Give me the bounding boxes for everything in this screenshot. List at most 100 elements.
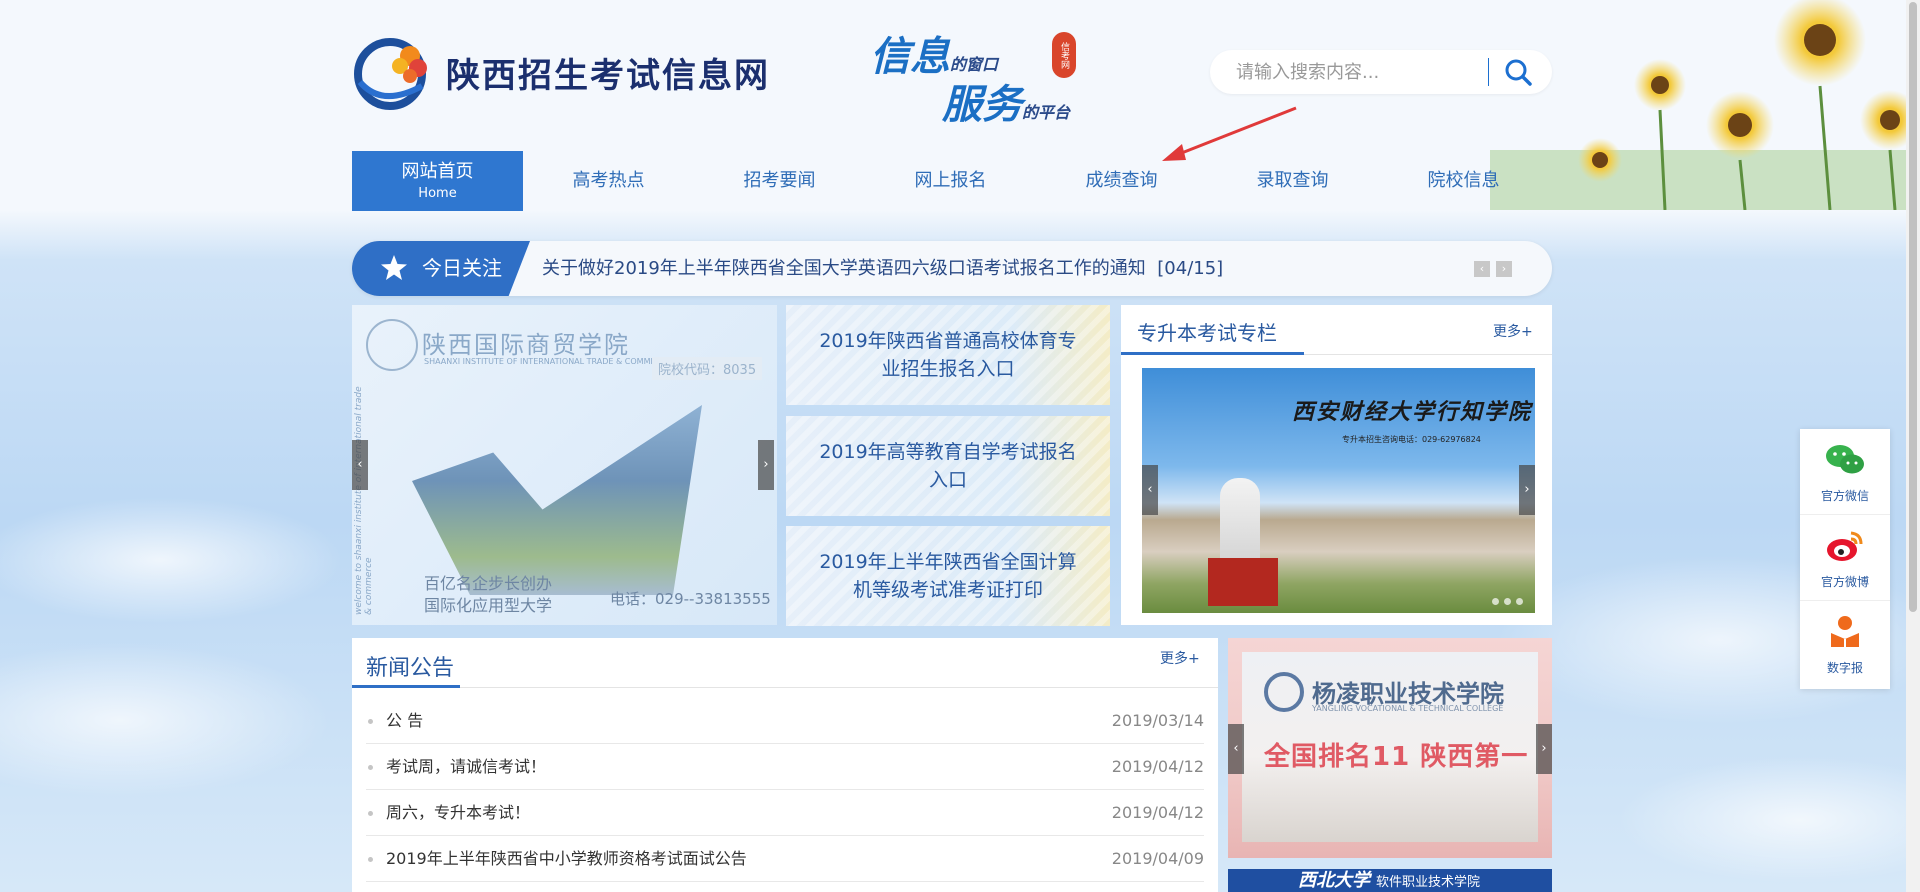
- ad-slogan: 全国排名11 陕西第一: [1264, 742, 1529, 772]
- campus-caption: 西安财经大学行知学院: [1292, 399, 1533, 425]
- search-icon[interactable]: [1500, 56, 1536, 88]
- zsb-panel: 专升本考试专栏 更多+ 西安财经大学行知学院 专升本招生咨询电话：029-629…: [1121, 305, 1552, 625]
- zsb-title-underline: [1121, 352, 1304, 355]
- card-self-exam-registration[interactable]: 2019年高等教育自学考试报名入口: [786, 416, 1110, 516]
- notice-date: [04/15]: [1157, 258, 1224, 279]
- nav-item-admission-query[interactable]: 录取查询: [1207, 151, 1378, 211]
- weibo-button[interactable]: 官方微博: [1800, 515, 1890, 601]
- zsb-panel-title: 专升本考试专栏: [1137, 321, 1277, 345]
- site-logo[interactable]: 陕西招生考试信息网: [352, 34, 770, 110]
- reader-icon: [1831, 616, 1859, 647]
- college-seal-icon: [366, 319, 418, 371]
- weibo-label: 官方微博: [1820, 575, 1869, 589]
- list-item[interactable]: 公 告 2019/03/14: [366, 698, 1204, 744]
- banner-slogan-line2: 国际化应用型大学: [424, 596, 553, 615]
- scrollbar-thumb[interactable]: [1909, 2, 1917, 612]
- ad-inner: 杨凌职业技术学院 YANGLING VOCATIONAL & TECHNICAL…: [1242, 652, 1538, 842]
- bullet-icon: [368, 811, 373, 816]
- main-nav: 网站首页 Home 高考热点 招考要闻 网上报名 成绩查询 录取查询 院校信息: [352, 151, 1552, 211]
- site-title: 陕西招生考试信息网: [446, 55, 770, 96]
- today-notice-link[interactable]: 关于做好2019年上半年陕西省全国大学英语四六级口语考试报名工作的通知 [04/…: [542, 241, 1223, 296]
- banner-college-code: 院校代码：8035: [652, 357, 763, 380]
- wechat-button[interactable]: 官方微信: [1800, 429, 1890, 515]
- list-item[interactable]: 考试周，请诚信考试！ 2019/04/12: [366, 744, 1204, 790]
- banner-college-english: SHAANXI INSTITUTE OF INTERNATIONAL TRADE…: [424, 357, 672, 366]
- site-logo-icon: [354, 38, 427, 110]
- nav-item-gaokao-hot[interactable]: 高考热点: [523, 151, 694, 211]
- banner-phone: 电话：029--33813555: [610, 590, 771, 608]
- header-slogan: 信息的窗口 信考网 服务的平台: [870, 24, 1120, 128]
- banner-building-image: [412, 405, 702, 595]
- star-icon: [381, 255, 407, 280]
- statue-base-image: [1208, 558, 1278, 606]
- news-panel: 新闻公告 更多+ 公 告 2019/03/14 考试周，请诚信考试！ 2019/04…: [352, 638, 1218, 892]
- weibo-icon: [1827, 531, 1863, 561]
- nav-item-news[interactable]: 招考要闻: [694, 151, 865, 211]
- ad2-name: 西北大学: [1298, 870, 1370, 891]
- news-title-underline: [352, 685, 460, 688]
- news-header-line: [352, 687, 1218, 688]
- card-computer-exam-ticket[interactable]: 2019年上半年陕西省全国计算机等级考试准考证打印: [786, 526, 1110, 626]
- banner-prev-arrow-icon[interactable]: ‹: [352, 440, 368, 490]
- news-item-title: 考试周，请诚信考试！: [386, 757, 547, 776]
- nav-item-online-registration[interactable]: 网上报名: [865, 151, 1036, 211]
- slogan-line-2: 服务的平台: [942, 81, 1071, 128]
- nwu-ad[interactable]: 西北大学 软件职业技术学院: [1228, 869, 1552, 892]
- zsb-next-arrow-icon[interactable]: ›: [1519, 465, 1535, 515]
- list-item[interactable]: 2019年上半年陕西省中小学教师资格考试面试公告 2019/04/09: [366, 836, 1204, 882]
- nav-item-college-info[interactable]: 院校信息: [1378, 151, 1549, 211]
- news-item-date: 2019/04/12: [1111, 803, 1204, 822]
- notice-prev-button[interactable]: ‹: [1474, 261, 1490, 277]
- news-item-title: 2019年上半年陕西省中小学教师资格考试面试公告: [386, 849, 747, 868]
- wechat-icon: [1826, 445, 1864, 474]
- college-banner[interactable]: 陕西国际商贸学院 SHAANXI INSTITUTE OF INTERNATIO…: [352, 305, 777, 625]
- bullet-icon: [368, 719, 373, 724]
- nav-item-score-query[interactable]: 成绩查询: [1036, 151, 1207, 211]
- news-item-date: 2019/04/12: [1111, 757, 1204, 776]
- card-sports-registration[interactable]: 2019年陕西省普通高校体育专业招生报名入口: [786, 305, 1110, 405]
- carousel-dots[interactable]: [1492, 598, 1523, 605]
- notice-next-button[interactable]: ›: [1496, 261, 1512, 277]
- campus-tel: 专升本招生咨询电话：029-62976824: [1342, 435, 1481, 444]
- banner-slogan: 百亿名企步长创办 国际化应用型大学: [424, 573, 552, 617]
- ad-next-arrow-icon[interactable]: ›: [1536, 724, 1552, 774]
- digital-paper-label: 数字报: [1826, 661, 1863, 675]
- bullet-icon: [368, 857, 373, 862]
- news-item-date: 2019/03/14: [1111, 711, 1204, 730]
- zsb-panel-header: 专升本考试专栏: [1121, 305, 1552, 355]
- zsb-prev-arrow-icon[interactable]: ‹: [1142, 465, 1158, 515]
- today-notice-bar: 今日关注 关于做好2019年上半年陕西省全国大学英语四六级口语考试报名工作的通知…: [352, 241, 1552, 296]
- list-item[interactable]: 周六，专升本考试！ 2019/04/12: [366, 790, 1204, 836]
- college-logo-icon: [1264, 672, 1304, 712]
- banner-college-name: 陕西国际商贸学院: [422, 331, 630, 359]
- bullet-icon: [368, 765, 373, 770]
- search-divider: [1488, 58, 1489, 86]
- banner-slogan-line1: 百亿名企步长创办: [424, 574, 553, 593]
- zsb-campus-image[interactable]: 西安财经大学行知学院 专升本招生咨询电话：029-62976824: [1142, 368, 1535, 613]
- search-input[interactable]: [1236, 60, 1466, 84]
- wechat-label: 官方微信: [1820, 489, 1869, 503]
- nav-item-label: 网站首页: [401, 161, 474, 182]
- notice-title: 关于做好2019年上半年陕西省全国大学英语四六级口语考试报名工作的通知: [542, 258, 1146, 279]
- ad2-sub: 软件职业技术学院: [1376, 875, 1481, 890]
- news-item-title: 公 告: [386, 711, 424, 730]
- today-notice-tag: 今日关注: [352, 241, 530, 296]
- ad-prev-arrow-icon[interactable]: ‹: [1228, 724, 1244, 774]
- sunflower-decoration: [1490, 0, 1920, 210]
- ad-college-english: YANGLING VOCATIONAL & TECHNICAL COLLEGE: [1312, 704, 1504, 713]
- search-box: [1210, 50, 1552, 94]
- yangling-ad[interactable]: 杨凌职业技术学院 YANGLING VOCATIONAL & TECHNICAL…: [1228, 638, 1552, 858]
- zsb-more-link[interactable]: 更多+: [1493, 321, 1533, 341]
- floating-social-bar: 官方微信 官方微博 数字报: [1800, 429, 1890, 689]
- news-item-date: 2019/04/09: [1111, 849, 1204, 868]
- news-panel-title: 新闻公告: [366, 656, 455, 681]
- banner-vertical-text: welcome to shaanxi institute of internat…: [354, 386, 374, 615]
- page-scrollbar[interactable]: [1906, 0, 1920, 892]
- news-list: 公 告 2019/03/14 考试周，请诚信考试！ 2019/04/12 周六，专升…: [366, 698, 1204, 882]
- nav-item-home[interactable]: 网站首页 Home: [352, 151, 523, 211]
- digital-paper-button[interactable]: 数字报: [1800, 601, 1890, 687]
- news-item-title: 周六，专升本考试！: [386, 803, 531, 822]
- news-more-link[interactable]: 更多+: [1160, 648, 1200, 668]
- nav-item-sublabel: Home: [418, 186, 457, 201]
- banner-next-arrow-icon[interactable]: ›: [758, 440, 774, 490]
